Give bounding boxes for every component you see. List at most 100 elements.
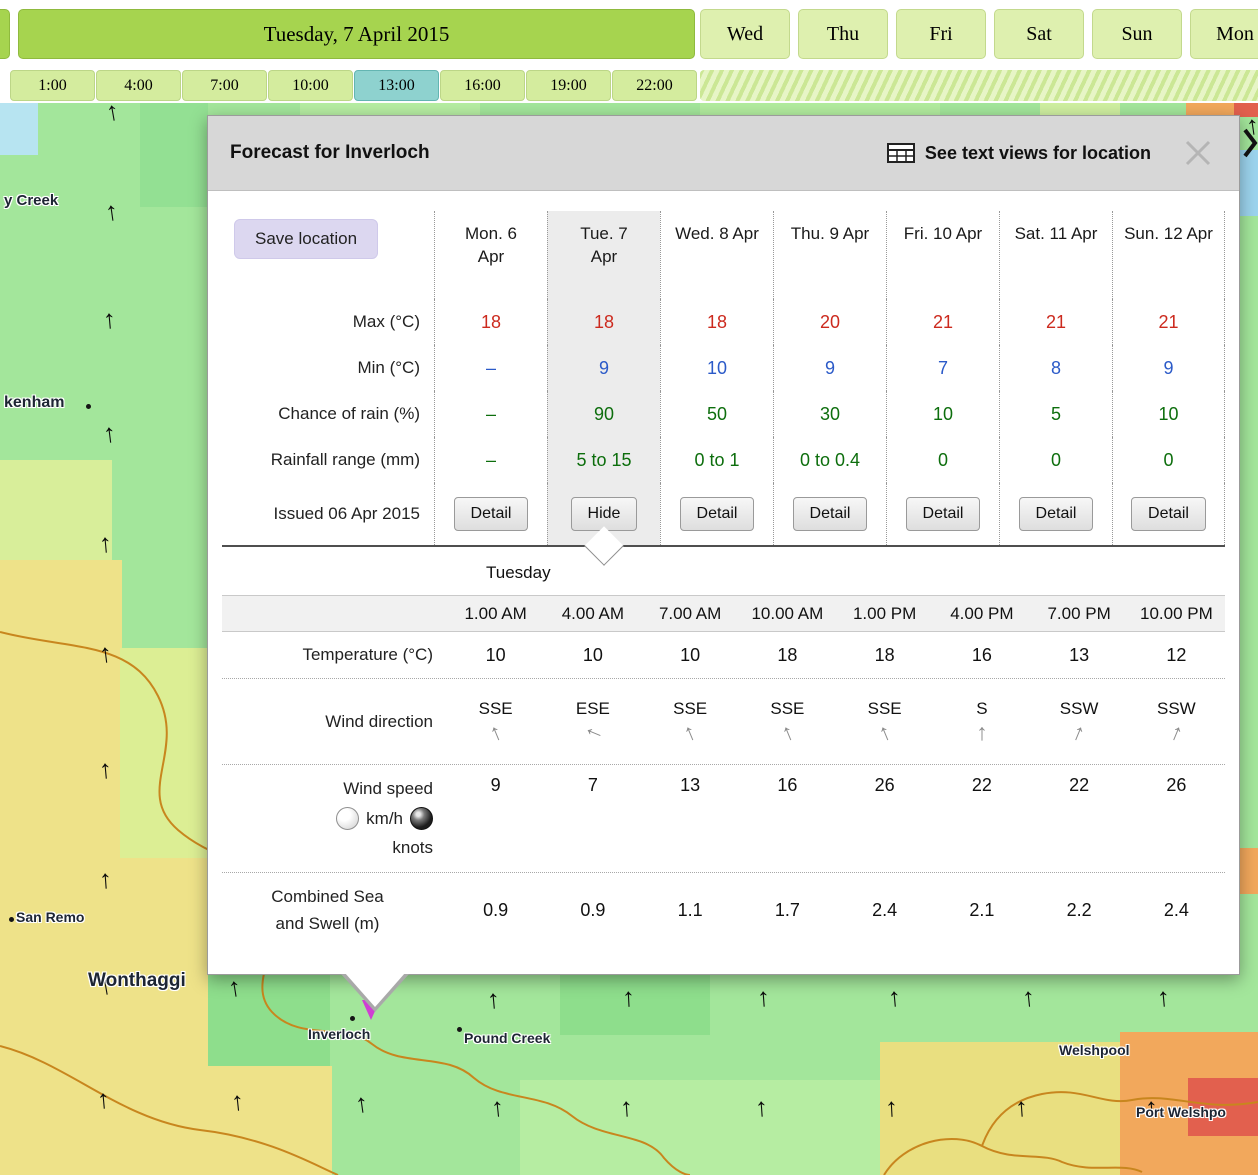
wind-arrow-icon: ↑ xyxy=(1021,983,1037,1010)
tab-time-1000[interactable]: 10:00 xyxy=(268,70,353,101)
weekly-forecast-table: Save locationMon. 6 AprTue. 7 AprWed. 8 … xyxy=(222,211,1225,545)
weekly-button-cell: Detail xyxy=(434,483,547,545)
wind-arrow-icon: ↑ xyxy=(619,1094,634,1121)
daily-time-header: 7.00 AM xyxy=(642,596,739,631)
weekly-row-label: Max (°C) xyxy=(222,299,434,345)
weekly-value-cell: 9 xyxy=(547,345,660,391)
weekly-value-cell: 9 xyxy=(1112,345,1225,391)
wind-direction-arrow-icon: ↑ xyxy=(680,720,699,746)
wind-arrow-icon: ↑ xyxy=(102,305,117,332)
temperature-value: 10 xyxy=(544,632,641,678)
sea-swell-value: 0.9 xyxy=(544,873,641,948)
weekly-button-cell: Detail xyxy=(773,483,886,545)
map-town-dot xyxy=(457,1027,462,1032)
map-label: San Remo xyxy=(16,909,84,925)
weekly-value-cell: 21 xyxy=(999,299,1112,345)
tab-selected-date[interactable]: Tuesday, 7 April 2015 xyxy=(18,9,695,59)
weekly-row-label: Rainfall range (mm) xyxy=(222,437,434,483)
previous-day-tab-stub[interactable] xyxy=(0,9,10,59)
sea-swell-label-line1: Combined Sea xyxy=(271,884,383,910)
weekly-value-cell: 18 xyxy=(434,299,547,345)
wind-direction-value: ESE xyxy=(576,699,610,719)
text-views-link[interactable]: See text views for location xyxy=(887,143,1151,164)
wind-speed-label: Wind speed xyxy=(343,779,433,799)
popup-tail xyxy=(345,973,405,1007)
wind-direction-arrow-icon: ↑ xyxy=(486,720,505,746)
wind-direction-cell: SSW↑ xyxy=(1031,679,1128,764)
tab-time-700[interactable]: 7:00 xyxy=(182,70,267,101)
tab-day-sat[interactable]: Sat xyxy=(994,9,1084,59)
weekly-value-cell: 90 xyxy=(547,391,660,437)
weekly-header-spacer: Save location xyxy=(222,211,434,299)
daily-time-header: 4.00 PM xyxy=(933,596,1030,631)
sea-swell-value: 2.4 xyxy=(836,873,933,948)
weekly-column-header: Fri. 10 Apr xyxy=(886,211,999,299)
detail-button[interactable]: Detail xyxy=(1131,497,1206,531)
wind-direction-cell: SSE↑ xyxy=(642,679,739,764)
weekly-value-cell: 7 xyxy=(886,345,999,391)
daily-time-header: 10.00 AM xyxy=(739,596,836,631)
save-location-button[interactable]: Save location xyxy=(234,219,378,259)
weekly-column-header: Tue. 7 Apr xyxy=(547,211,660,299)
wind-direction-arrow-icon: ↑ xyxy=(778,720,797,746)
weekly-value-cell: 5 xyxy=(999,391,1112,437)
detail-button[interactable]: Detail xyxy=(680,497,755,531)
daily-detail-table: 1.00 AM4.00 AM7.00 AM10.00 AM1.00 PM4.00… xyxy=(222,595,1225,948)
tab-time-100[interactable]: 1:00 xyxy=(10,70,95,101)
map-pan-right-icon[interactable] xyxy=(1242,126,1258,165)
weekly-value-cell: 0 xyxy=(999,437,1112,483)
daily-time-header: 4.00 AM xyxy=(544,596,641,631)
time-tab-bar: 1:004:007:0010:0013:0016:0019:0022:00 xyxy=(10,70,697,101)
tab-day-sun[interactable]: Sun xyxy=(1092,9,1182,59)
weekly-data-row: Chance of rain (%)–90503010510 xyxy=(222,391,1225,437)
weekly-column-header: Thu. 9 Apr xyxy=(773,211,886,299)
weekly-row-label: Min (°C) xyxy=(222,345,434,391)
wind-arrow-icon: ↑ xyxy=(98,529,113,556)
sea-swell-value: 1.7 xyxy=(739,873,836,948)
tab-day-thu[interactable]: Thu xyxy=(798,9,888,59)
tab-day-fri[interactable]: Fri xyxy=(896,9,986,59)
tab-time-400[interactable]: 4:00 xyxy=(96,70,181,101)
tab-time-2200[interactable]: 22:00 xyxy=(612,70,697,101)
tab-day-mon[interactable]: Mon xyxy=(1190,9,1258,59)
tab-time-1600[interactable]: 16:00 xyxy=(440,70,525,101)
popup-header: Forecast for Inverloch See text views fo… xyxy=(208,116,1239,191)
wind-speed-row-label: Wind speed km/h knots xyxy=(222,765,447,872)
tab-time-1900[interactable]: 19:00 xyxy=(526,70,611,101)
table-icon xyxy=(887,143,915,163)
tab-day-wed[interactable]: Wed xyxy=(700,9,790,59)
knots-radio[interactable] xyxy=(410,807,433,830)
future-times-hatched-area xyxy=(700,70,1258,101)
temperature-row: Temperature (°C) 1010101818161312 xyxy=(222,632,1225,678)
detail-button[interactable]: Detail xyxy=(1019,497,1094,531)
popup-header-right: See text views for location xyxy=(887,134,1217,172)
close-icon[interactable] xyxy=(1179,134,1217,172)
text-views-label: See text views for location xyxy=(925,143,1151,164)
weekly-column-header: Sat. 11 Apr xyxy=(999,211,1112,299)
wind-arrow-icon: ↑ xyxy=(486,985,501,1012)
weekly-value-cell: 10 xyxy=(886,391,999,437)
daily-time-header: 7.00 PM xyxy=(1031,596,1128,631)
daily-section-title: Tuesday xyxy=(222,563,1225,583)
wind-direction-arrow-icon: ↑ xyxy=(875,720,894,746)
detail-button[interactable]: Detail xyxy=(793,497,868,531)
sea-swell-value: 2.1 xyxy=(933,873,1030,948)
sea-swell-value: 1.1 xyxy=(642,873,739,948)
wind-arrow-icon: ↑ xyxy=(490,1093,506,1120)
wind-arrow-icon: ↑ xyxy=(621,984,635,1011)
weekly-column-header: Sun. 12 Apr xyxy=(1112,211,1225,299)
detail-button[interactable]: Detail xyxy=(906,497,981,531)
weekly-value-cell: – xyxy=(434,391,547,437)
kmh-radio[interactable] xyxy=(336,807,359,830)
wind-direction-cell: ESE↑ xyxy=(544,679,641,764)
tab-time-1300[interactable]: 13:00 xyxy=(354,70,439,101)
weekly-value-cell: 21 xyxy=(1112,299,1225,345)
weekly-value-cell: 18 xyxy=(547,299,660,345)
detail-button[interactable]: Detail xyxy=(454,497,529,531)
weekly-buttons-row: Issued 06 Apr 2015DetailHideDetailDetail… xyxy=(222,483,1225,545)
map-label: Pound Creek xyxy=(464,1030,550,1046)
wind-speed-row: Wind speed km/h knots 97131626222226 xyxy=(222,764,1225,872)
weekly-value-cell: 30 xyxy=(773,391,886,437)
wind-arrow-icon: ↑ xyxy=(98,755,113,782)
wind-direction-value: SSE xyxy=(673,699,707,719)
